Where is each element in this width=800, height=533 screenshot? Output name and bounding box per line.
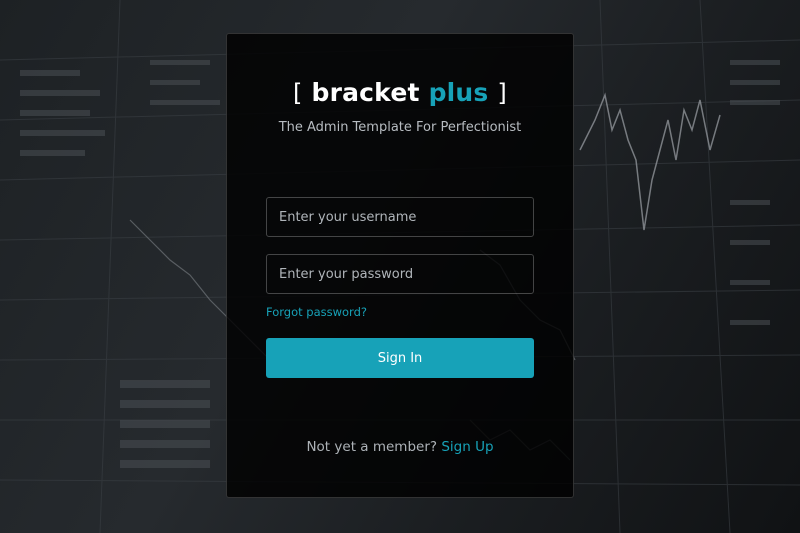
sign-up-link[interactable]: Sign Up (441, 439, 493, 455)
brand-tagline: The Admin Template For Perfectionist (278, 120, 522, 135)
member-text: Not yet a member? (306, 439, 438, 455)
username-input[interactable] (266, 197, 534, 237)
logo-open-bracket: [ (292, 79, 303, 107)
password-input[interactable] (266, 254, 534, 294)
brand-logo: [ bracket plus ] (0, 78, 800, 107)
logo-close-bracket: ] (497, 79, 507, 107)
signup-prompt: Not yet a member? Sign Up (226, 439, 574, 455)
sign-in-button[interactable]: Sign In (266, 338, 534, 378)
logo-name-main: bracket (311, 78, 420, 107)
logo-name-accent: plus (428, 78, 489, 107)
forgot-password-link[interactable]: Forgot password? (266, 305, 367, 319)
